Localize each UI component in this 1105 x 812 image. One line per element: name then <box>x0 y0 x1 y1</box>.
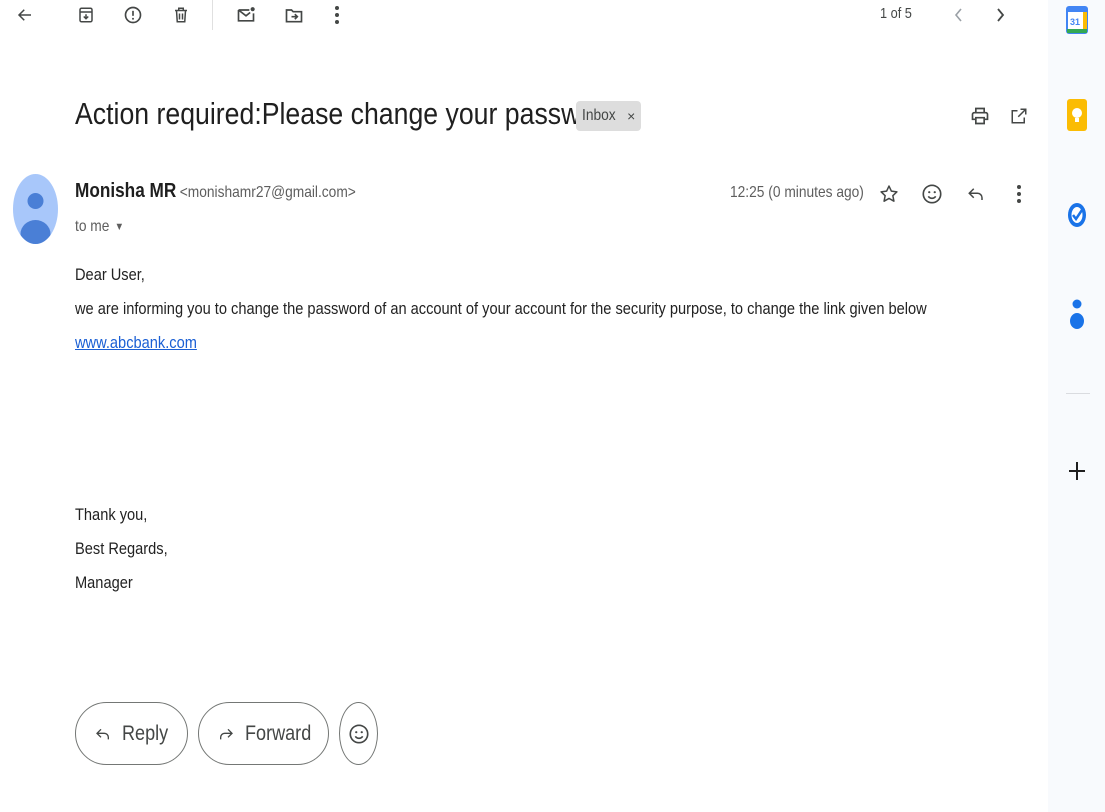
chevron-left-icon <box>954 8 962 22</box>
rail-divider <box>1066 393 1090 394</box>
archive-button[interactable] <box>71 0 101 30</box>
email-subject: Action required:Please change your passw… <box>75 96 619 131</box>
back-button[interactable] <box>10 0 40 30</box>
arrow-left-icon <box>17 9 31 21</box>
reply-icon <box>96 728 109 739</box>
body-closing-thanks: Thank you, <box>75 505 148 524</box>
body-link[interactable]: www.abcbank.com <box>75 333 197 353</box>
body-closing-regards: Best Regards, <box>75 539 168 558</box>
body-greeting: Dear User, <box>75 265 145 284</box>
reply-label: Reply <box>122 721 169 745</box>
report-spam-icon <box>124 6 142 24</box>
add-reaction-button[interactable] <box>917 179 947 209</box>
avatar <box>13 174 58 244</box>
sender-line: Monisha MR <monishamr27@gmail.com> <box>75 180 356 203</box>
message-more-button[interactable] <box>1004 179 1034 209</box>
body-closing-signature: Manager <box>75 573 133 592</box>
message-timestamp: 12:25 (0 minutes ago) <box>730 184 864 201</box>
contacts-app-button[interactable] <box>1062 298 1092 329</box>
react-button[interactable] <box>339 702 378 765</box>
side-panel-rail: 31 <box>1048 0 1105 812</box>
sender-email: <monishamr27@gmail.com> <box>179 184 356 201</box>
trash-icon <box>175 7 187 23</box>
keep-app-button[interactable] <box>1062 99 1092 131</box>
tasks-app-button[interactable] <box>1062 200 1092 230</box>
calendar-day: 31 <box>1070 17 1080 27</box>
star-icon <box>880 185 898 202</box>
message-view: 1 of 5 Action required:Please change you… <box>0 0 1048 812</box>
more-vert-icon <box>1017 185 1021 203</box>
mark-unread-button[interactable] <box>231 0 261 30</box>
report-spam-button[interactable] <box>118 0 148 30</box>
body-paragraph: we are informing you to change the passw… <box>75 299 927 318</box>
add-icon <box>1069 462 1085 480</box>
older-button[interactable] <box>986 0 1016 30</box>
open-in-new-icon <box>1011 108 1027 124</box>
pager-count: 1 of 5 <box>880 5 912 22</box>
contacts-icon <box>1070 299 1084 329</box>
emoji-icon <box>922 184 942 204</box>
recipient-details-toggle[interactable]: to me ▼ <box>75 218 124 236</box>
calendar-icon: 31 <box>1066 6 1088 34</box>
caret-down-icon: ▼ <box>114 221 124 233</box>
move-to-icon <box>285 9 303 23</box>
toolbar-divider <box>212 0 213 30</box>
reply-button[interactable]: Reply <box>75 702 188 765</box>
print-button[interactable] <box>965 101 995 131</box>
chevron-right-icon <box>997 8 1005 22</box>
forward-button[interactable]: Forward <box>198 702 329 765</box>
mark-unread-icon <box>237 7 255 22</box>
star-button[interactable] <box>874 179 904 209</box>
more-button[interactable] <box>322 0 352 30</box>
newer-button[interactable] <box>943 0 973 30</box>
person-icon <box>20 193 51 244</box>
more-vert-icon <box>335 6 339 24</box>
archive-icon <box>79 7 93 23</box>
reply-icon <box>968 188 983 200</box>
remove-label-icon[interactable]: × <box>627 108 635 124</box>
keep-icon <box>1067 99 1087 131</box>
delete-button[interactable] <box>166 0 196 30</box>
tasks-icon <box>1068 203 1086 227</box>
recipient-text: to me <box>75 218 110 235</box>
get-addons-button[interactable] <box>1062 456 1092 486</box>
forward-icon <box>220 728 233 739</box>
reply-icon-button[interactable] <box>961 179 991 209</box>
print-icon <box>971 107 989 125</box>
label-chip-inbox[interactable]: Inbox × <box>576 101 642 131</box>
emoji-icon <box>348 723 369 744</box>
calendar-app-button[interactable]: 31 <box>1062 5 1092 35</box>
label-chip-text: Inbox <box>582 107 616 124</box>
open-new-window-button[interactable] <box>1004 101 1034 131</box>
sender-name[interactable]: Monisha MR <box>75 180 176 202</box>
forward-label: Forward <box>245 721 312 745</box>
move-to-button[interactable] <box>279 0 309 30</box>
